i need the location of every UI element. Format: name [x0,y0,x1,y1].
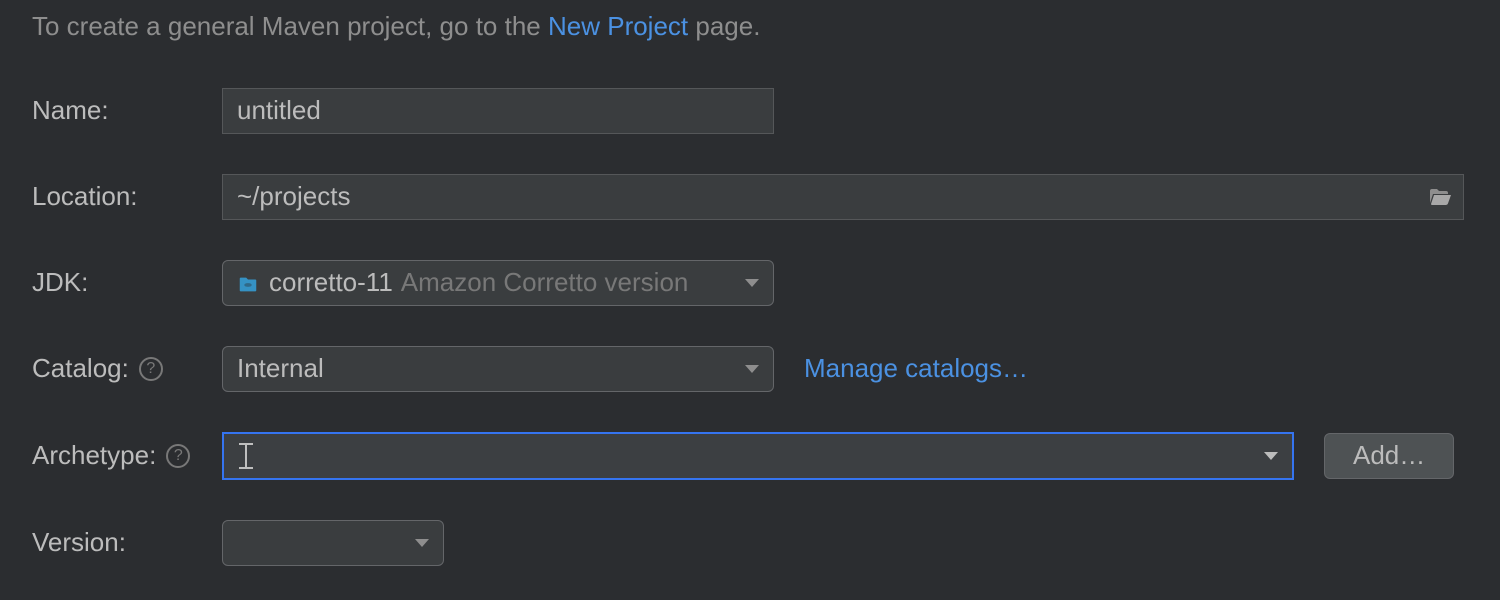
hint-prefix: To create a general Maven project, go to… [32,11,548,41]
hint-text: To create a general Maven project, go to… [32,10,1468,44]
new-project-link[interactable]: New Project [548,11,688,41]
manage-catalogs-link[interactable]: Manage catalogs… [804,353,1028,384]
chevron-down-icon [415,539,429,547]
catalog-dropdown[interactable]: Internal [222,346,774,392]
help-icon[interactable]: ? [139,357,163,381]
jdk-row: JDK: corretto-11 Amazon Corretto version [32,260,1468,306]
archetype-label: Archetype: [32,440,156,471]
jdk-folder-icon [237,272,259,294]
catalog-selected: Internal [237,353,324,384]
jdk-dropdown[interactable]: corretto-11 Amazon Corretto version [222,260,774,306]
location-input[interactable] [222,174,1464,220]
version-dropdown[interactable] [222,520,444,566]
catalog-row: Catalog: ? Internal Manage catalogs… [32,346,1468,392]
text-cursor-icon [238,443,254,469]
location-row: Location: [32,174,1468,220]
version-label: Version: [32,527,222,558]
hint-suffix: page. [688,11,760,41]
help-icon[interactable]: ? [166,444,190,468]
name-label: Name: [32,95,222,126]
archetype-dropdown[interactable] [222,432,1294,480]
archetype-row: Archetype: ? Add… [32,432,1468,480]
add-button[interactable]: Add… [1324,433,1454,479]
jdk-label: JDK: [32,267,222,298]
chevron-down-icon [1264,452,1278,460]
jdk-selected-desc: Amazon Corretto version [401,267,689,298]
chevron-down-icon [745,279,759,287]
name-row: Name: [32,88,1468,134]
name-input[interactable] [222,88,774,134]
folder-open-icon[interactable] [1428,185,1452,209]
chevron-down-icon [745,365,759,373]
jdk-selected-name: corretto-11 [269,267,393,298]
catalog-label: Catalog: [32,353,129,384]
version-row: Version: [32,520,1468,566]
location-label: Location: [32,181,222,212]
